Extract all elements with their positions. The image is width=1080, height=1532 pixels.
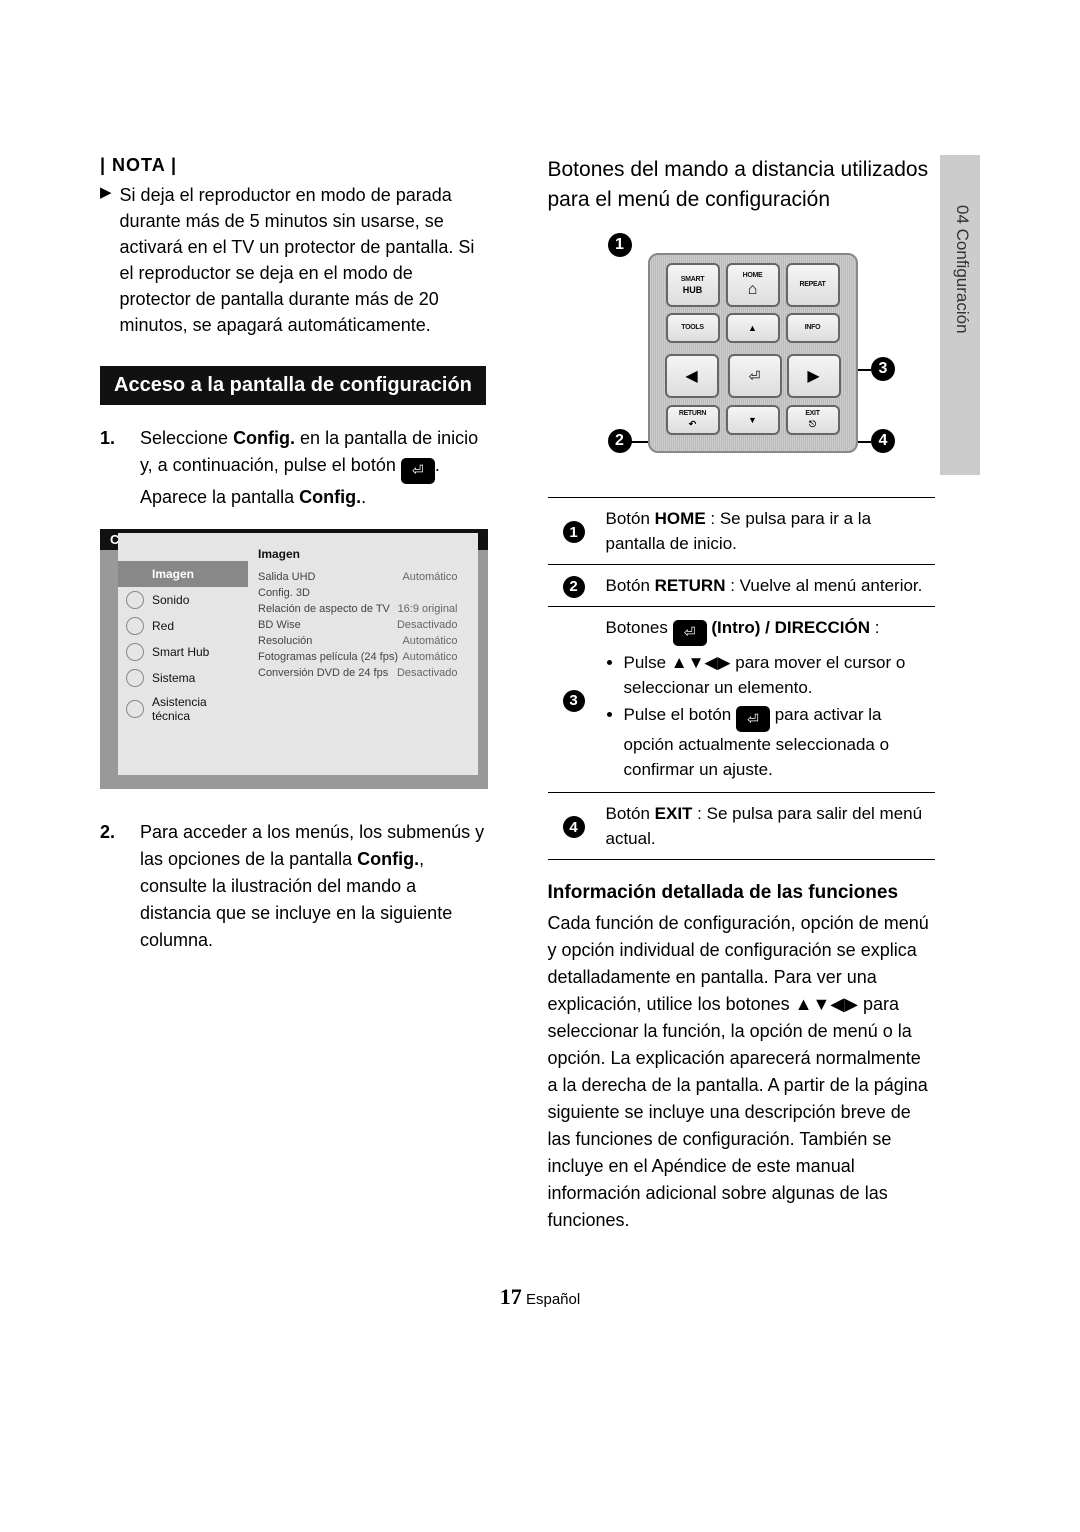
table-row: 3 Botones ⏎ (Intro) / DIRECCIÓN : Pulse … <box>548 607 936 793</box>
remote-enter-button[interactable]: ⏎ <box>728 354 782 398</box>
row-num-4: 4 <box>563 816 585 838</box>
smarthub-icon <box>126 643 144 661</box>
arrow-right-icon: ▶ <box>807 366 819 386</box>
config-side-sistema: Sistema <box>118 665 248 691</box>
red-icon <box>126 617 144 635</box>
nota-text: Si deja el reproductor en modo de parada… <box>120 182 488 338</box>
table-row: 1 Botón HOME : Se pulsa para ir a la pan… <box>548 498 936 565</box>
side-tab: 04 Configuración <box>940 155 980 475</box>
config-row: BD WiseDesactivado <box>258 617 458 633</box>
config-side-asistencia: Asistencia técnica <box>118 691 248 727</box>
return-icon: ↶ <box>689 419 697 430</box>
config-sidebar: Imagen Sonido Red Smart Hub Sistema Asis… <box>118 543 248 753</box>
remote-exit-button[interactable]: EXIT⎋ <box>786 405 840 435</box>
config-side-red: Red <box>118 613 248 639</box>
config-side-imagen: Imagen <box>118 561 248 587</box>
arrow-down-icon: ▼ <box>748 415 757 425</box>
enter-icon: ⏎ <box>673 620 707 646</box>
page-number: 17 <box>500 1284 522 1309</box>
remote-tools-button[interactable]: TOOLS <box>666 313 720 343</box>
remote-return-button[interactable]: RETURN↶ <box>666 405 720 435</box>
config-row: Config. 3D <box>258 585 458 601</box>
sub-bullet-2: Pulse el botón ⏎ para activar la opción … <box>624 702 930 783</box>
config-row: Fotogramas película (24 fps)Automático <box>258 649 458 665</box>
enter-icon: ⏎ <box>749 368 761 385</box>
remote-right-button[interactable]: ▶ <box>787 354 841 398</box>
enter-icon: ⏎ <box>401 458 435 484</box>
table-row: 2 Botón RETURN : Vuelve al menú anterior… <box>548 565 936 607</box>
section-bar-acceso: Acceso a la pantalla de configuración <box>100 366 486 405</box>
sonido-icon <box>126 591 144 609</box>
remote-down-button[interactable]: ▼ <box>726 405 780 435</box>
table-row: 4 Botón EXIT : Se pulsa para salir del m… <box>548 793 936 860</box>
config-side-smarthub: Smart Hub <box>118 639 248 665</box>
side-tab-text: 04 Configuración <box>952 205 972 334</box>
sistema-icon <box>126 669 144 687</box>
remote-up-button[interactable]: ▲ <box>726 313 780 343</box>
config-main: Imagen Salida UHDAutomático Config. 3D R… <box>248 543 468 753</box>
remote-smart-hub-button[interactable]: SMARTHUB <box>666 263 720 307</box>
row-num-3: 3 <box>563 690 585 712</box>
remote-diagram: 1 2 3 4 SMARTHUB HOME⌂ REPEAT TOOLS ▲ <box>548 233 936 473</box>
step-1-text: Seleccione Config. en la pantalla de ini… <box>140 425 488 511</box>
nota-marker: ▶ <box>100 182 112 338</box>
home-icon: ⌂ <box>748 281 758 299</box>
config-screenshot: Config. Imagen Sonido Red Smart Hub Sist… <box>100 529 488 789</box>
page-footer: 17 Español <box>100 1284 980 1310</box>
imagen-icon <box>126 565 144 583</box>
row-num-1: 1 <box>563 521 585 543</box>
remote-button-table: 1 Botón HOME : Se pulsa para ir a la pan… <box>548 497 936 860</box>
config-row: Relación de aspecto de TV16:9 original <box>258 601 458 617</box>
asistencia-icon <box>126 700 144 718</box>
sub-bullet-1: Pulse ▲▼◀▶ para mover el cursor o selecc… <box>624 650 930 700</box>
config-side-sonido: Sonido <box>118 587 248 613</box>
enter-icon: ⏎ <box>736 706 770 732</box>
step-2-number: 2. <box>100 819 122 954</box>
row-num-2: 2 <box>563 576 585 598</box>
callout-4: 4 <box>871 429 895 453</box>
config-row: ResoluciónAutomático <box>258 633 458 649</box>
remote-left-button[interactable]: ◀ <box>665 354 719 398</box>
callout-3: 3 <box>871 357 895 381</box>
step-1-number: 1. <box>100 425 122 511</box>
step-2-text: Para acceder a los menús, los submenús y… <box>140 819 488 954</box>
remote-home-button[interactable]: HOME⌂ <box>726 263 780 307</box>
sub-heading: Información detallada de las funciones <box>548 882 936 904</box>
arrow-up-icon: ▲ <box>748 323 757 333</box>
exit-icon: ⎋ <box>809 419 816 430</box>
callout-1: 1 <box>608 233 632 257</box>
remote-repeat-button[interactable]: REPEAT <box>786 263 840 307</box>
footer-lang: Español <box>526 1291 580 1308</box>
nota-label: | NOTA | <box>100 155 488 176</box>
function-detail-para: Cada función de configuración, opción de… <box>548 910 936 1234</box>
config-row: Conversión DVD de 24 fpsDesactivado <box>258 665 458 681</box>
arrow-left-icon: ◀ <box>685 366 697 386</box>
remote-info-button[interactable]: INFO <box>786 313 840 343</box>
right-title: Botones del mando a distancia utilizados… <box>548 155 936 215</box>
config-row: Salida UHDAutomático <box>258 569 458 585</box>
